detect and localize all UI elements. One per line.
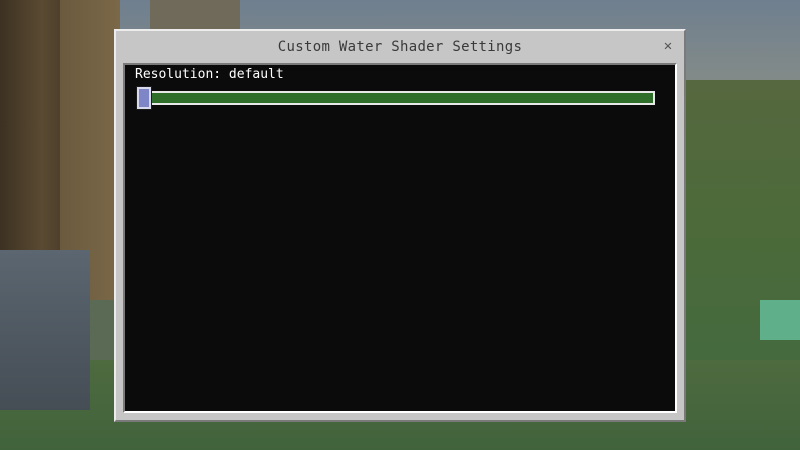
settings-panel: Resolution: default — [123, 63, 677, 413]
background-stone — [0, 250, 90, 410]
resolution-slider[interactable] — [136, 86, 657, 110]
resolution-slider-track[interactable] — [141, 91, 655, 105]
resolution-slider-thumb[interactable] — [136, 86, 152, 110]
background-block — [760, 300, 800, 340]
dialog-title: Custom Water Shader Settings — [277, 39, 523, 55]
close-icon[interactable]: ✕ — [660, 37, 676, 55]
resolution-label: Resolution: default — [135, 67, 284, 82]
settings-dialog: Custom Water Shader Settings ✕ Resolutio… — [114, 29, 686, 422]
dialog-titlebar: Custom Water Shader Settings ✕ — [116, 31, 684, 63]
